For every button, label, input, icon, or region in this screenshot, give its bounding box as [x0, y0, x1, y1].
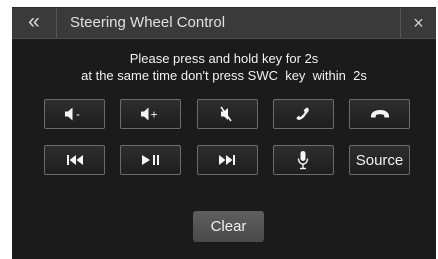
instruction-line-1: Please press and hold key for 2s — [129, 51, 319, 66]
previous-track-key[interactable] — [44, 145, 105, 175]
source-label: Source — [355, 151, 404, 169]
play-pause-icon — [141, 155, 159, 165]
title-bar: « Steering Wheel Control × — [12, 8, 436, 39]
mute-icon — [220, 106, 232, 122]
instruction-text: Please press and hold key for 2s at the … — [12, 50, 436, 84]
volume-down-icon: - — [64, 107, 80, 121]
close-icon: × — [413, 13, 424, 33]
key-row-2: Source — [44, 145, 410, 175]
swc-screen: « Steering Wheel Control × Please press … — [12, 7, 436, 259]
voice-key[interactable] — [272, 145, 334, 175]
phone-hangup-icon — [370, 110, 389, 118]
volume-down-key[interactable]: - — [44, 99, 105, 129]
mute-key[interactable] — [196, 99, 258, 129]
phone-answer-icon — [296, 107, 310, 120]
volume-down-sign: - — [76, 107, 80, 121]
phone-answer-key[interactable] — [272, 99, 334, 129]
close-button[interactable]: × — [400, 8, 436, 38]
previous-track-icon — [66, 155, 83, 165]
page-title: Steering Wheel Control — [70, 14, 226, 31]
volume-up-icon: + — [140, 107, 157, 122]
phone-hangup-key[interactable] — [349, 99, 410, 129]
next-track-icon — [219, 155, 235, 165]
clear-button[interactable]: Clear — [193, 211, 264, 242]
microphone-icon — [298, 151, 309, 170]
source-key[interactable]: Source — [349, 145, 410, 175]
key-row-1: - + — [44, 99, 410, 129]
volume-up-key[interactable]: + — [120, 99, 182, 129]
volume-up-sign: + — [150, 108, 157, 122]
double-chevron-left-icon: « — [28, 10, 40, 33]
play-pause-key[interactable] — [120, 145, 182, 175]
back-button[interactable]: « — [12, 8, 57, 38]
next-track-key[interactable] — [196, 145, 258, 175]
instruction-line-2: at the same time don't press SWC key wit… — [81, 68, 367, 83]
